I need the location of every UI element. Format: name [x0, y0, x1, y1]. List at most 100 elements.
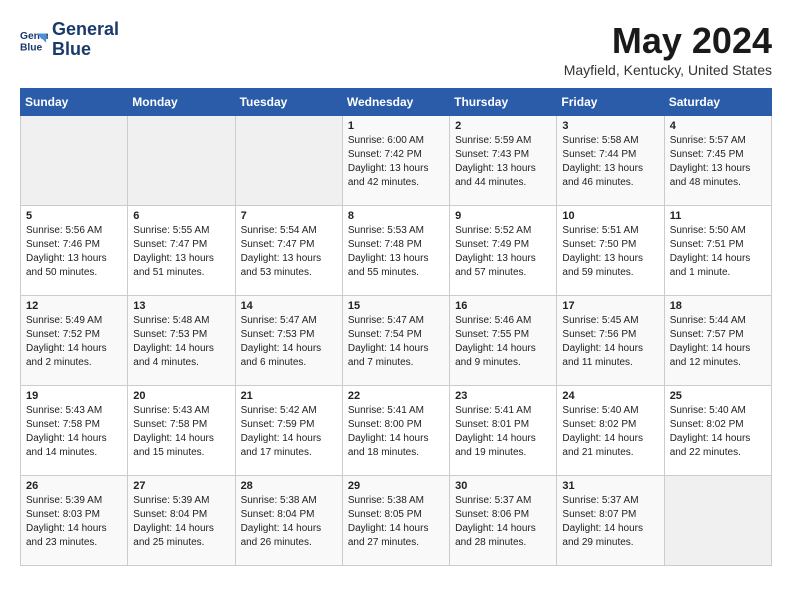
- day-info-line: Sunset: 7:44 PM: [562, 148, 658, 162]
- calendar-cell: 26Sunrise: 5:39 AMSunset: 8:03 PMDayligh…: [21, 476, 128, 566]
- day-info-line: and 46 minutes.: [562, 176, 658, 190]
- week-row-4: 19Sunrise: 5:43 AMSunset: 7:58 PMDayligh…: [21, 386, 772, 476]
- day-info-line: Daylight: 14 hours: [241, 342, 337, 356]
- calendar-cell: 18Sunrise: 5:44 AMSunset: 7:57 PMDayligh…: [664, 296, 771, 386]
- day-number: 23: [455, 390, 551, 402]
- day-info-line: and 28 minutes.: [455, 536, 551, 550]
- day-info-line: Sunset: 7:54 PM: [348, 328, 444, 342]
- day-info-line: Sunrise: 5:47 AM: [241, 314, 337, 328]
- day-number: 28: [241, 480, 337, 492]
- day-content: Sunrise: 5:38 AMSunset: 8:04 PMDaylight:…: [241, 494, 337, 550]
- day-info-line: Sunset: 7:43 PM: [455, 148, 551, 162]
- day-info-line: Sunset: 8:03 PM: [26, 508, 122, 522]
- day-content: Sunrise: 5:50 AMSunset: 7:51 PMDaylight:…: [670, 224, 766, 280]
- day-info-line: and 9 minutes.: [455, 356, 551, 370]
- day-info-line: Sunrise: 5:38 AM: [241, 494, 337, 508]
- day-content: Sunrise: 5:49 AMSunset: 7:52 PMDaylight:…: [26, 314, 122, 370]
- day-number: 25: [670, 390, 766, 402]
- page-header: General Blue General Blue May 2024 Mayfi…: [20, 20, 772, 78]
- day-info-line: Daylight: 14 hours: [133, 432, 229, 446]
- calendar-cell: 15Sunrise: 5:47 AMSunset: 7:54 PMDayligh…: [342, 296, 449, 386]
- day-content: Sunrise: 5:52 AMSunset: 7:49 PMDaylight:…: [455, 224, 551, 280]
- calendar-cell: 9 Sunrise: 5:52 AMSunset: 7:49 PMDaylight…: [450, 206, 557, 296]
- day-content: Sunrise: 5:54 AMSunset: 7:47 PMDaylight:…: [241, 224, 337, 280]
- col-header-sunday: Sunday: [21, 89, 128, 116]
- calendar-cell: 11 Sunrise: 5:50 AMSunset: 7:51 PMDayligh…: [664, 206, 771, 296]
- calendar-cell: 12Sunrise: 5:49 AMSunset: 7:52 PMDayligh…: [21, 296, 128, 386]
- day-number: 22: [348, 390, 444, 402]
- day-info-line: and 44 minutes.: [455, 176, 551, 190]
- day-number: 9: [455, 210, 551, 222]
- day-content: Sunrise: 5:43 AMSunset: 7:58 PMDaylight:…: [26, 404, 122, 460]
- day-info-line: and 42 minutes.: [348, 176, 444, 190]
- day-info-line: and 48 minutes.: [670, 176, 766, 190]
- day-info-line: Daylight: 14 hours: [670, 342, 766, 356]
- col-header-tuesday: Tuesday: [235, 89, 342, 116]
- day-info-line: and 7 minutes.: [348, 356, 444, 370]
- day-info-line: Sunrise: 5:41 AM: [455, 404, 551, 418]
- day-info-line: Sunrise: 5:44 AM: [670, 314, 766, 328]
- day-content: Sunrise: 5:43 AMSunset: 7:58 PMDaylight:…: [133, 404, 229, 460]
- calendar-table: SundayMondayTuesdayWednesdayThursdayFrid…: [20, 88, 772, 566]
- logo-text: General Blue: [52, 20, 119, 60]
- day-info-line: Daylight: 14 hours: [348, 432, 444, 446]
- day-info-line: Sunrise: 5:47 AM: [348, 314, 444, 328]
- day-info-line: Sunset: 7:51 PM: [670, 238, 766, 252]
- day-info-line: Sunset: 7:46 PM: [26, 238, 122, 252]
- day-content: Sunrise: 5:59 AMSunset: 7:43 PMDaylight:…: [455, 134, 551, 190]
- calendar-cell: 23Sunrise: 5:41 AMSunset: 8:01 PMDayligh…: [450, 386, 557, 476]
- day-info-line: Sunset: 7:56 PM: [562, 328, 658, 342]
- calendar-cell: 13Sunrise: 5:48 AMSunset: 7:53 PMDayligh…: [128, 296, 235, 386]
- day-number: 11: [670, 210, 766, 222]
- day-info-line: Sunrise: 5:55 AM: [133, 224, 229, 238]
- day-number: 6: [133, 210, 229, 222]
- header-row: SundayMondayTuesdayWednesdayThursdayFrid…: [21, 89, 772, 116]
- day-info-line: Daylight: 14 hours: [26, 522, 122, 536]
- day-content: Sunrise: 5:51 AMSunset: 7:50 PMDaylight:…: [562, 224, 658, 280]
- day-info-line: Sunrise: 5:38 AM: [348, 494, 444, 508]
- day-info-line: Sunrise: 5:43 AM: [26, 404, 122, 418]
- day-info-line: and 2 minutes.: [26, 356, 122, 370]
- day-content: Sunrise: 5:53 AMSunset: 7:48 PMDaylight:…: [348, 224, 444, 280]
- week-row-2: 5Sunrise: 5:56 AMSunset: 7:46 PMDaylight…: [21, 206, 772, 296]
- day-number: 13: [133, 300, 229, 312]
- day-info-line: Sunrise: 5:42 AM: [241, 404, 337, 418]
- day-info-line: Daylight: 13 hours: [562, 252, 658, 266]
- day-content: Sunrise: 5:42 AMSunset: 7:59 PMDaylight:…: [241, 404, 337, 460]
- day-info-line: Sunrise: 6:00 AM: [348, 134, 444, 148]
- day-number: 4: [670, 120, 766, 132]
- day-info-line: and 6 minutes.: [241, 356, 337, 370]
- calendar-cell: 29Sunrise: 5:38 AMSunset: 8:05 PMDayligh…: [342, 476, 449, 566]
- day-content: Sunrise: 5:55 AMSunset: 7:47 PMDaylight:…: [133, 224, 229, 280]
- day-info-line: Sunset: 7:49 PM: [455, 238, 551, 252]
- day-info-line: Daylight: 14 hours: [241, 522, 337, 536]
- location: Mayfield, Kentucky, United States: [564, 62, 772, 78]
- day-info-line: Daylight: 14 hours: [133, 342, 229, 356]
- calendar-cell: 19Sunrise: 5:43 AMSunset: 7:58 PMDayligh…: [21, 386, 128, 476]
- day-info-line: Daylight: 13 hours: [348, 162, 444, 176]
- calendar-cell: 16Sunrise: 5:46 AMSunset: 7:55 PMDayligh…: [450, 296, 557, 386]
- day-info-line: Sunrise: 5:57 AM: [670, 134, 766, 148]
- day-info-line: Sunrise: 5:43 AM: [133, 404, 229, 418]
- day-info-line: Daylight: 13 hours: [455, 162, 551, 176]
- svg-text:Blue: Blue: [20, 42, 43, 53]
- day-info-line: Daylight: 14 hours: [26, 432, 122, 446]
- day-number: 21: [241, 390, 337, 402]
- day-info-line: and 22 minutes.: [670, 446, 766, 460]
- day-info-line: and 15 minutes.: [133, 446, 229, 460]
- day-info-line: and 1 minute.: [670, 266, 766, 280]
- day-info-line: Sunset: 7:58 PM: [133, 418, 229, 432]
- day-info-line: Sunset: 8:00 PM: [348, 418, 444, 432]
- day-number: 18: [670, 300, 766, 312]
- day-number: 10: [562, 210, 658, 222]
- day-info-line: Sunset: 7:50 PM: [562, 238, 658, 252]
- day-content: Sunrise: 5:38 AMSunset: 8:05 PMDaylight:…: [348, 494, 444, 550]
- col-header-monday: Monday: [128, 89, 235, 116]
- day-number: 20: [133, 390, 229, 402]
- day-info-line: Sunset: 7:55 PM: [455, 328, 551, 342]
- calendar-cell: 20 Sunrise: 5:43 AMSunset: 7:58 PMDayligh…: [128, 386, 235, 476]
- day-content: Sunrise: 5:58 AMSunset: 7:44 PMDaylight:…: [562, 134, 658, 190]
- calendar-cell: 5Sunrise: 5:56 AMSunset: 7:46 PMDaylight…: [21, 206, 128, 296]
- day-info-line: Sunset: 7:53 PM: [241, 328, 337, 342]
- day-number: 5: [26, 210, 122, 222]
